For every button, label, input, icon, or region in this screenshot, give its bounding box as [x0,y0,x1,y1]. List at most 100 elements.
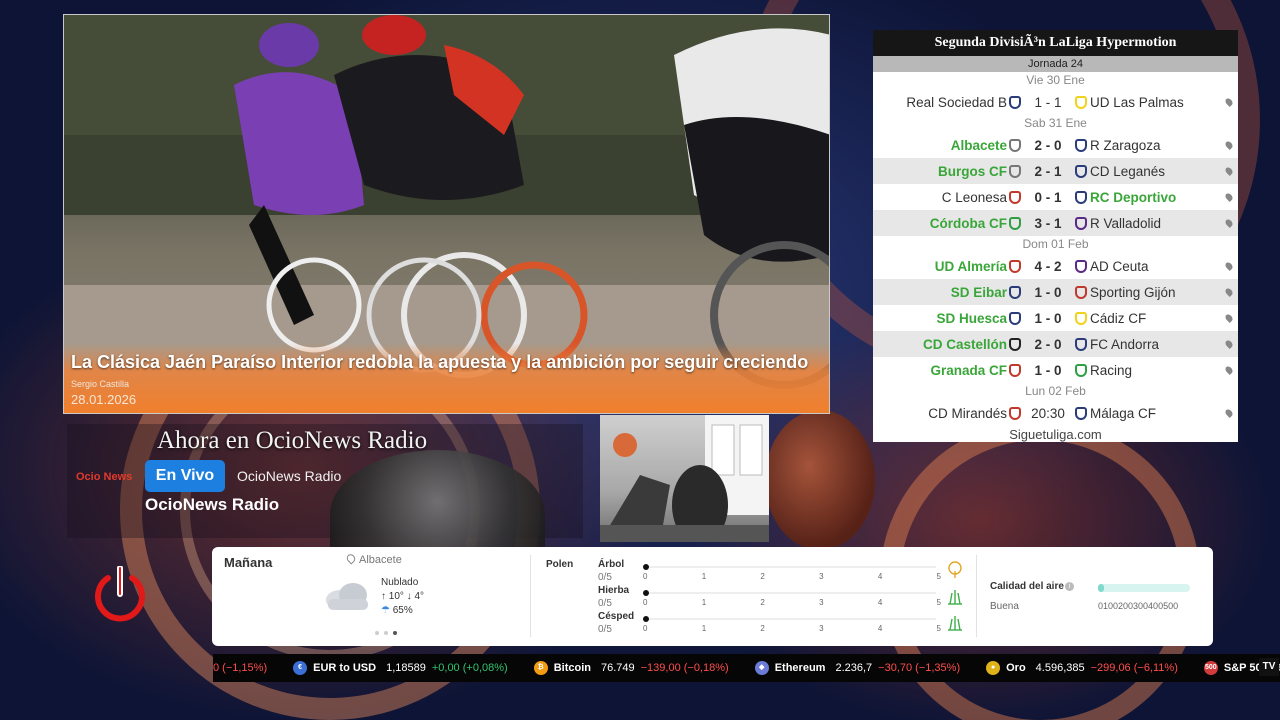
home-team-crest-icon [1009,95,1021,109]
away-team: Sporting Gijón [1090,284,1176,300]
polen-level-marker [643,564,649,570]
polen-level-track [646,566,936,568]
ticker-item[interactable]: ₿ Bitcoin 76.749 −139,00 (−0,18%) [533,661,729,675]
home-team: Córdoba CF [929,215,1007,231]
polen-type-value: 0/5 [598,572,612,583]
radio-heading: Ahora en OcioNews Radio [157,427,428,454]
home-team: CD Mirandés [928,405,1007,421]
polen-type-name: Césped [598,611,635,622]
polen-type-value: 0/5 [598,598,612,609]
radio-station-label: OcioNews Radio [237,468,342,484]
ticker-item[interactable]: € EUR to USD 1,18589 +0,00 (+0,08%) [293,661,508,675]
weather-temp: ↑ 10° ↓ 4° [381,591,425,602]
home-team: C Leonesa [941,189,1007,205]
match-day-label: Sab 31 Ene [1024,116,1087,130]
asset-price: 4.596,385 [1035,662,1085,674]
match-row[interactable]: C Leonesa 0 - 1 RC Deportivo [873,184,1238,210]
asset-change: −139,00 (−0,18%) [640,662,729,674]
polen-scale-tick: 1 [701,572,707,581]
match-row[interactable]: SD Eibar 1 - 0 Sporting Gijón [873,279,1238,305]
away-team-crest-icon [1075,285,1087,299]
radio-station-title: OcioNews Radio [145,495,280,514]
polen-scale: 0 1 2 3 4 5 [643,598,941,607]
bg-football [765,410,875,550]
home-team-crest-icon [1009,190,1021,204]
away-team-crest-icon [1075,138,1087,152]
info-icon[interactable]: i [1065,582,1074,591]
ticker-item[interactable]: ◆ Ethereum 2.236,7 −30,70 (−1,35%) [754,661,960,675]
pager-dot-active[interactable] [393,631,397,635]
asset-icon: € [293,661,308,675]
match-row[interactable]: SD Huesca 1 - 0 Cádiz CF [873,305,1238,331]
match-row[interactable]: Burgos CF 2 - 1 CD Leganés [873,158,1238,184]
polen-level-track [646,592,936,594]
polen-type-name: Árbol [598,559,625,570]
home-team-crest-icon [1009,406,1021,420]
weather-widget: Mañana Albacete Nublado ↑ 10° ↓ 4° ☂ 65%… [212,547,1213,646]
polen-level-marker [643,590,649,596]
match-score: 2 - 0 [1034,336,1062,352]
league-title: Segunda DivisiÃ³n LaLiga Hypermotion [873,30,1238,56]
power-icon[interactable] [93,566,147,624]
home-team-crest-icon [1009,311,1021,325]
asset-name: Ethereum [774,662,826,674]
match-row[interactable]: Granada CF 1 - 0 Racing [873,357,1238,383]
weather-day-title: Mañana [224,555,273,570]
polen-scale-tick: 3 [819,598,824,607]
polen-scale-tick: 0 [643,572,648,581]
air-quality-fill [1098,584,1104,592]
league-source-link[interactable]: Siguetuliga.com [873,426,1238,444]
asset-change: +0,00 (+0,08%) [431,662,508,674]
match-day-label: Vie 30 Ene [1026,73,1085,87]
home-team-crest-icon [1009,337,1021,351]
home-team: CD Castellón [922,336,1007,352]
match-row[interactable]: CD Mirandés 20:30 Málaga CF [873,400,1238,426]
weather-pager[interactable] [375,631,397,635]
asset-icon: ◆ [754,661,769,675]
ticker-item[interactable]: 0 (−1,15%) [213,662,267,674]
match-row[interactable]: CD Castellón 2 - 0 FC Andorra [873,331,1238,357]
humidity-value: 65% [392,605,413,616]
news-hero-card[interactable]: La Clásica Jaén Paraíso Interior redobla… [63,14,830,414]
asset-price: 2.236,7 [835,662,873,674]
away-team: Cádiz CF [1090,310,1147,326]
match-row[interactable]: UD Almería 4 - 2 AD Ceuta [873,253,1238,279]
weather-humidity: ☂ 65% [381,605,413,616]
ticker-item[interactable]: ● Oro 4.596,385 −299,06 (−6,11%) [986,661,1178,675]
pager-dot[interactable] [375,631,379,635]
match-day-label: Dom 01 Feb [1022,237,1089,251]
match-score: 1 - 0 [1034,284,1062,300]
home-team: Burgos CF [938,163,1007,179]
polen-scale: 0 1 2 3 4 5 [643,572,941,581]
away-team: FC Andorra [1090,336,1160,352]
match-row[interactable]: Real Sociedad B 1 - 1 UD Las Palmas [873,89,1238,115]
away-team: CD Leganés [1090,163,1166,179]
polen-scale-tick: 3 [819,572,824,581]
league-matches: Vie 30 Ene Real Sociedad B 1 - 1 UD Las Pal… [873,72,1238,426]
air-quality-bar [1098,584,1190,592]
away-team-crest-icon [1075,216,1087,230]
away-team-crest-icon [1075,337,1087,351]
away-team: Málaga CF [1090,405,1157,421]
away-team: R Zaragoza [1090,137,1161,153]
polen-scale: 0 1 2 3 4 5 [643,624,941,633]
polen-scale-tick: 0 [643,624,648,633]
news-headline[interactable]: La Clásica Jaén Paraíso Interior redobla… [71,351,822,373]
pager-dot[interactable] [384,631,388,635]
asset-icon: ₿ [533,661,548,675]
air-quality-scale: 0100200300400500 [1098,601,1179,611]
match-score: 20:30 [1031,405,1065,421]
away-team: Racing [1090,362,1133,378]
asset-price: 1,18589 [386,662,426,674]
match-score: 3 - 1 [1034,215,1062,231]
radio-logo: Ocio News [76,471,133,483]
asset-change: −299,06 (−6,11%) [1090,662,1178,674]
location-pin-icon [344,552,358,565]
match-row[interactable]: Albacete 2 - 0 R Zaragoza [873,132,1238,158]
match-row[interactable]: Córdoba CF 3 - 1 R Valladolid [873,210,1238,236]
away-team-crest-icon [1075,95,1087,109]
away-team: AD Ceuta [1090,258,1149,274]
home-team: SD Huesca [936,310,1007,326]
away-team-crest-icon [1075,406,1087,420]
live-button[interactable]: En Vivo [145,460,225,492]
